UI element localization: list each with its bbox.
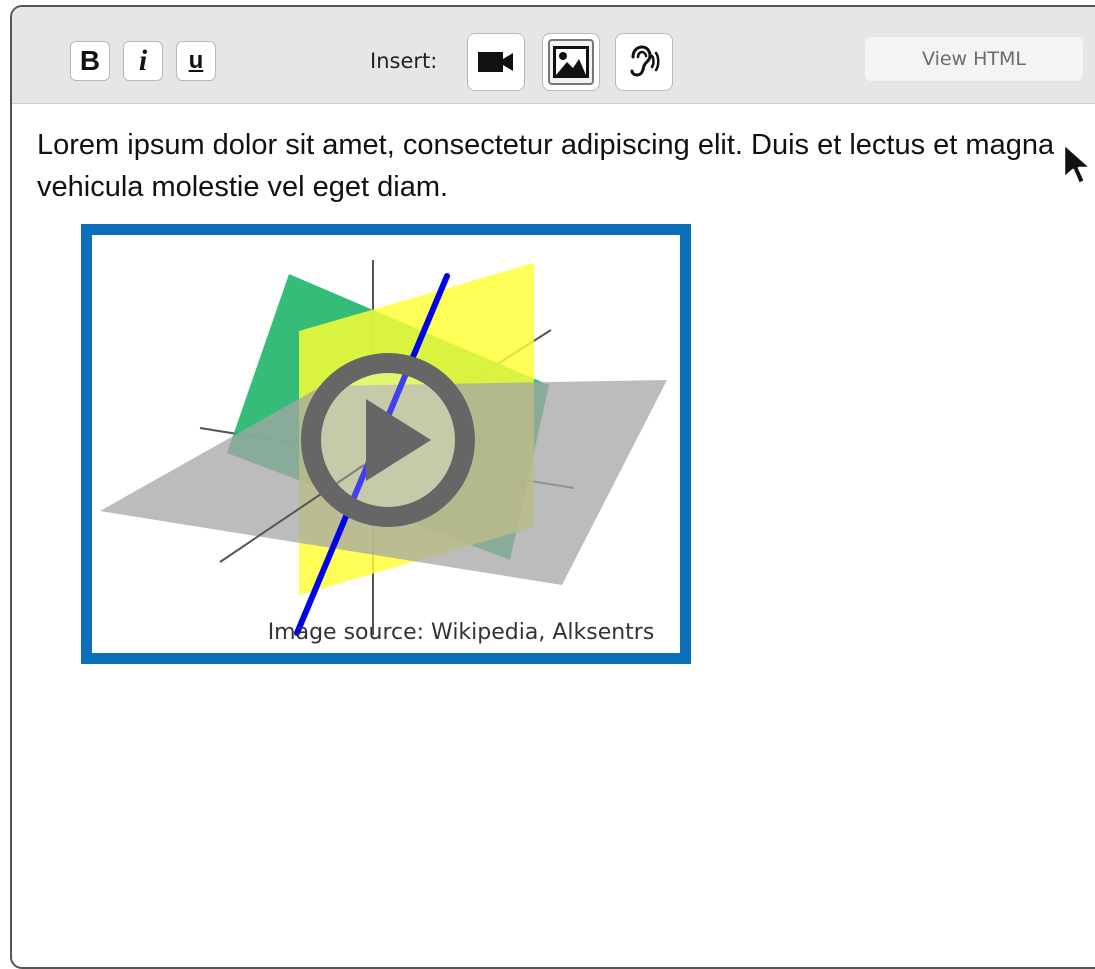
bold-button[interactable]: B	[70, 41, 110, 81]
underline-label: u	[188, 47, 204, 74]
rich-text-editor: B i u Insert: View HTML Lorem ipsum dolo…	[10, 5, 1095, 969]
view-html-button[interactable]: View HTML	[865, 37, 1083, 81]
image-caption: Image source: Wikipedia, Alksentrs	[267, 620, 655, 645]
bold-label: B	[79, 45, 101, 76]
italic-label: i	[138, 44, 148, 77]
image-button-frame	[548, 39, 594, 85]
insert-image-button[interactable]	[542, 33, 600, 91]
embedded-video[interactable]: Image source: Wikipedia, Alksentrs	[81, 224, 691, 664]
body-paragraph[interactable]: Lorem ipsum dolor sit amet, consectetur …	[37, 124, 1095, 208]
editor-content[interactable]: Lorem ipsum dolor sit amet, consectetur …	[12, 104, 1095, 967]
image-icon	[553, 46, 589, 78]
toolbar: B i u Insert: View HTML	[12, 7, 1095, 104]
insert-audio-button[interactable]	[615, 33, 673, 91]
italic-button[interactable]: i	[123, 41, 163, 81]
insert-video-button[interactable]	[467, 33, 525, 91]
play-icon[interactable]	[300, 352, 476, 528]
view-html-label: View HTML	[922, 48, 1026, 70]
underline-button[interactable]: u	[176, 41, 216, 81]
ear-icon	[630, 45, 660, 77]
video-camera-icon	[478, 52, 513, 72]
mouse-cursor-icon	[1062, 142, 1093, 186]
insert-label: Insert:	[370, 49, 438, 73]
